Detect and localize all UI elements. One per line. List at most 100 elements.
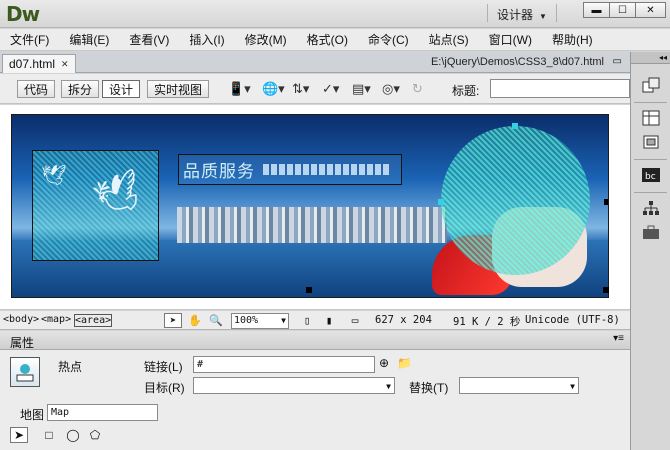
app-logo: Dw: [6, 2, 40, 26]
file-management-icon[interactable]: ⇅▾: [292, 81, 309, 97]
refresh-icon[interactable]: ↻: [412, 81, 423, 97]
chevron-down-icon: ▼: [539, 12, 547, 21]
alt-select[interactable]: ▼: [459, 377, 579, 394]
link-input[interactable]: #: [193, 356, 375, 373]
files-icon[interactable]: [640, 199, 662, 217]
select-tool-icon[interactable]: ➤: [164, 313, 182, 328]
panel-dock: ◂◂ bc: [630, 52, 670, 450]
document-tab[interactable]: d07.html ✕: [2, 54, 76, 73]
document-path: E:\jQuery\Demos\CSS3_8\d07.html: [430, 56, 604, 68]
tag-map[interactable]: <map>: [41, 314, 71, 325]
expand-panels-icon[interactable]: ◂◂: [631, 52, 670, 64]
browse-folder-icon[interactable]: 📁: [397, 356, 412, 370]
zoom-select[interactable]: 100% ▼: [231, 313, 289, 329]
document-tab-label: d07.html: [9, 57, 56, 71]
menu-insert[interactable]: 插入(I): [189, 31, 224, 48]
banner-image[interactable]: 🕊 🕊 品质服务: [11, 114, 609, 298]
target-select[interactable]: ▼: [193, 377, 395, 394]
title-input[interactable]: [490, 79, 630, 98]
split-view-button[interactable]: 拆分: [61, 80, 100, 98]
element-type-label: 热点: [58, 360, 83, 374]
resize-handle[interactable]: [604, 199, 608, 205]
divider: [487, 4, 488, 22]
document-toolbar: 代码 拆分 设计 实时视图 📱▾ 🌐▾ ⇅▾ ✓▾ ▤▾ ◎▾ ↻ 标题:: [0, 74, 630, 104]
divider: [634, 102, 667, 103]
w3c-validation-icon[interactable]: ✓▾: [322, 81, 339, 97]
menu-edit[interactable]: 编辑(E): [69, 31, 109, 48]
code-view-button[interactable]: 代码: [17, 80, 56, 98]
banner-subtext-graphic: [263, 164, 389, 175]
preview-browser-icon[interactable]: 🌐▾: [262, 81, 285, 97]
divider: [634, 159, 667, 160]
menu-commands[interactable]: 命令(C): [368, 31, 409, 48]
alt-label: 替换(T): [409, 381, 449, 395]
menu-view[interactable]: 查看(V): [129, 31, 169, 48]
status-bar: <body> <map> <area> ➤ ✋ 🔍 100% ▼ ▯ ▮ ▭ 62…: [0, 311, 630, 330]
menu-bar: 文件(F) 编辑(E) 查看(V) 插入(I) 修改(M) 格式(O) 命令(C…: [0, 29, 670, 51]
resize-handle[interactable]: [603, 287, 609, 293]
seagull-icon: 🕊: [41, 165, 67, 187]
chevron-down-icon: ▼: [386, 382, 391, 391]
map-name-input[interactable]: Map: [47, 404, 158, 421]
panel-menu-icon[interactable]: ▾≡: [613, 333, 624, 344]
download-size: 91 K / 2 秒: [453, 316, 521, 328]
window-size[interactable]: 627 x 204: [375, 314, 432, 326]
tag-area[interactable]: <area>: [74, 314, 113, 327]
zoom-value: 100%: [234, 315, 259, 326]
chevron-down-icon: ▼: [570, 382, 575, 391]
banner-heading: 品质服务: [183, 162, 255, 182]
live-view-button[interactable]: 实时视图: [147, 80, 210, 98]
polygon-hotspot-tool-icon[interactable]: ⬠: [86, 427, 104, 443]
divider: [634, 192, 667, 193]
properties-panel: 热点 链接(L) # ⊕ 📁 目标(R) ▼ 替换(T) ▼ 地图 Map ➤ …: [0, 350, 630, 450]
properties-title: 属性: [10, 336, 35, 350]
maximize-button[interactable]: ☐: [609, 2, 636, 18]
properties-header[interactable]: 属性 ▾≡: [0, 331, 630, 350]
workspace-label: 设计器: [497, 8, 534, 22]
tablet-size-icon[interactable]: ▮: [320, 313, 338, 328]
design-canvas[interactable]: 🕊 🕊 品质服务: [0, 105, 630, 310]
title-label: 标题:: [452, 84, 480, 98]
hotspot-handle[interactable]: [512, 123, 518, 129]
zoom-tool-icon[interactable]: 🔍: [207, 313, 225, 328]
insert-panel-icon[interactable]: [640, 76, 662, 94]
menu-format[interactable]: 格式(O): [307, 31, 348, 48]
multiscreen-icon[interactable]: 📱▾: [228, 81, 251, 97]
design-view-button[interactable]: 设计: [102, 80, 141, 98]
hand-tool-icon[interactable]: ✋: [186, 313, 204, 328]
circle-hotspot-tool-icon[interactable]: ◯: [64, 427, 82, 443]
pointer-hotspot-tool-icon[interactable]: ➤: [10, 427, 28, 443]
title-bar: Dw 设计器 ▼ ▬ ☐ ✕: [0, 0, 670, 28]
menu-help[interactable]: 帮助(H): [552, 31, 593, 48]
desktop-size-icon[interactable]: ▭: [346, 313, 364, 328]
check-browser-icon[interactable]: ▤▾: [352, 81, 371, 97]
business-catalyst-icon[interactable]: bc: [640, 166, 662, 184]
workspace-switcher[interactable]: 设计器 ▼: [497, 6, 547, 23]
css-styles-icon[interactable]: [640, 109, 662, 127]
resize-handle[interactable]: [306, 287, 312, 293]
close-button[interactable]: ✕: [635, 2, 666, 18]
phone-size-icon[interactable]: ▯: [298, 313, 316, 328]
city-skyline-graphic: [177, 207, 447, 243]
ap-elements-icon[interactable]: [640, 133, 662, 151]
visual-aids-icon[interactable]: ◎▾: [382, 81, 400, 97]
assets-icon[interactable]: [640, 223, 662, 241]
menu-file[interactable]: 文件(F): [10, 31, 49, 48]
encoding: Unicode (UTF-8): [525, 314, 620, 326]
menu-site[interactable]: 站点(S): [429, 31, 469, 48]
point-to-file-icon[interactable]: ⊕: [379, 356, 389, 370]
menu-window[interactable]: 窗口(W): [489, 31, 532, 48]
tag-body[interactable]: <body>: [3, 314, 39, 325]
minimize-button[interactable]: ▬: [583, 2, 610, 18]
text-hotspot[interactable]: 品质服务: [178, 154, 402, 185]
circle-hotspot[interactable]: [441, 126, 590, 275]
chevron-down-icon: ▼: [281, 316, 286, 325]
menu-modify[interactable]: 修改(M): [245, 31, 287, 48]
restore-window-icon[interactable]: ▭: [613, 56, 622, 67]
rect-hotspot-tool-icon[interactable]: □: [40, 427, 58, 443]
rect-hotspot[interactable]: 🕊 🕊: [32, 150, 159, 261]
link-label: 链接(L): [144, 360, 183, 374]
hotspot-handle[interactable]: [438, 199, 444, 205]
seagull-icon: 🕊: [89, 167, 149, 223]
close-tab-icon[interactable]: ✕: [61, 59, 69, 70]
